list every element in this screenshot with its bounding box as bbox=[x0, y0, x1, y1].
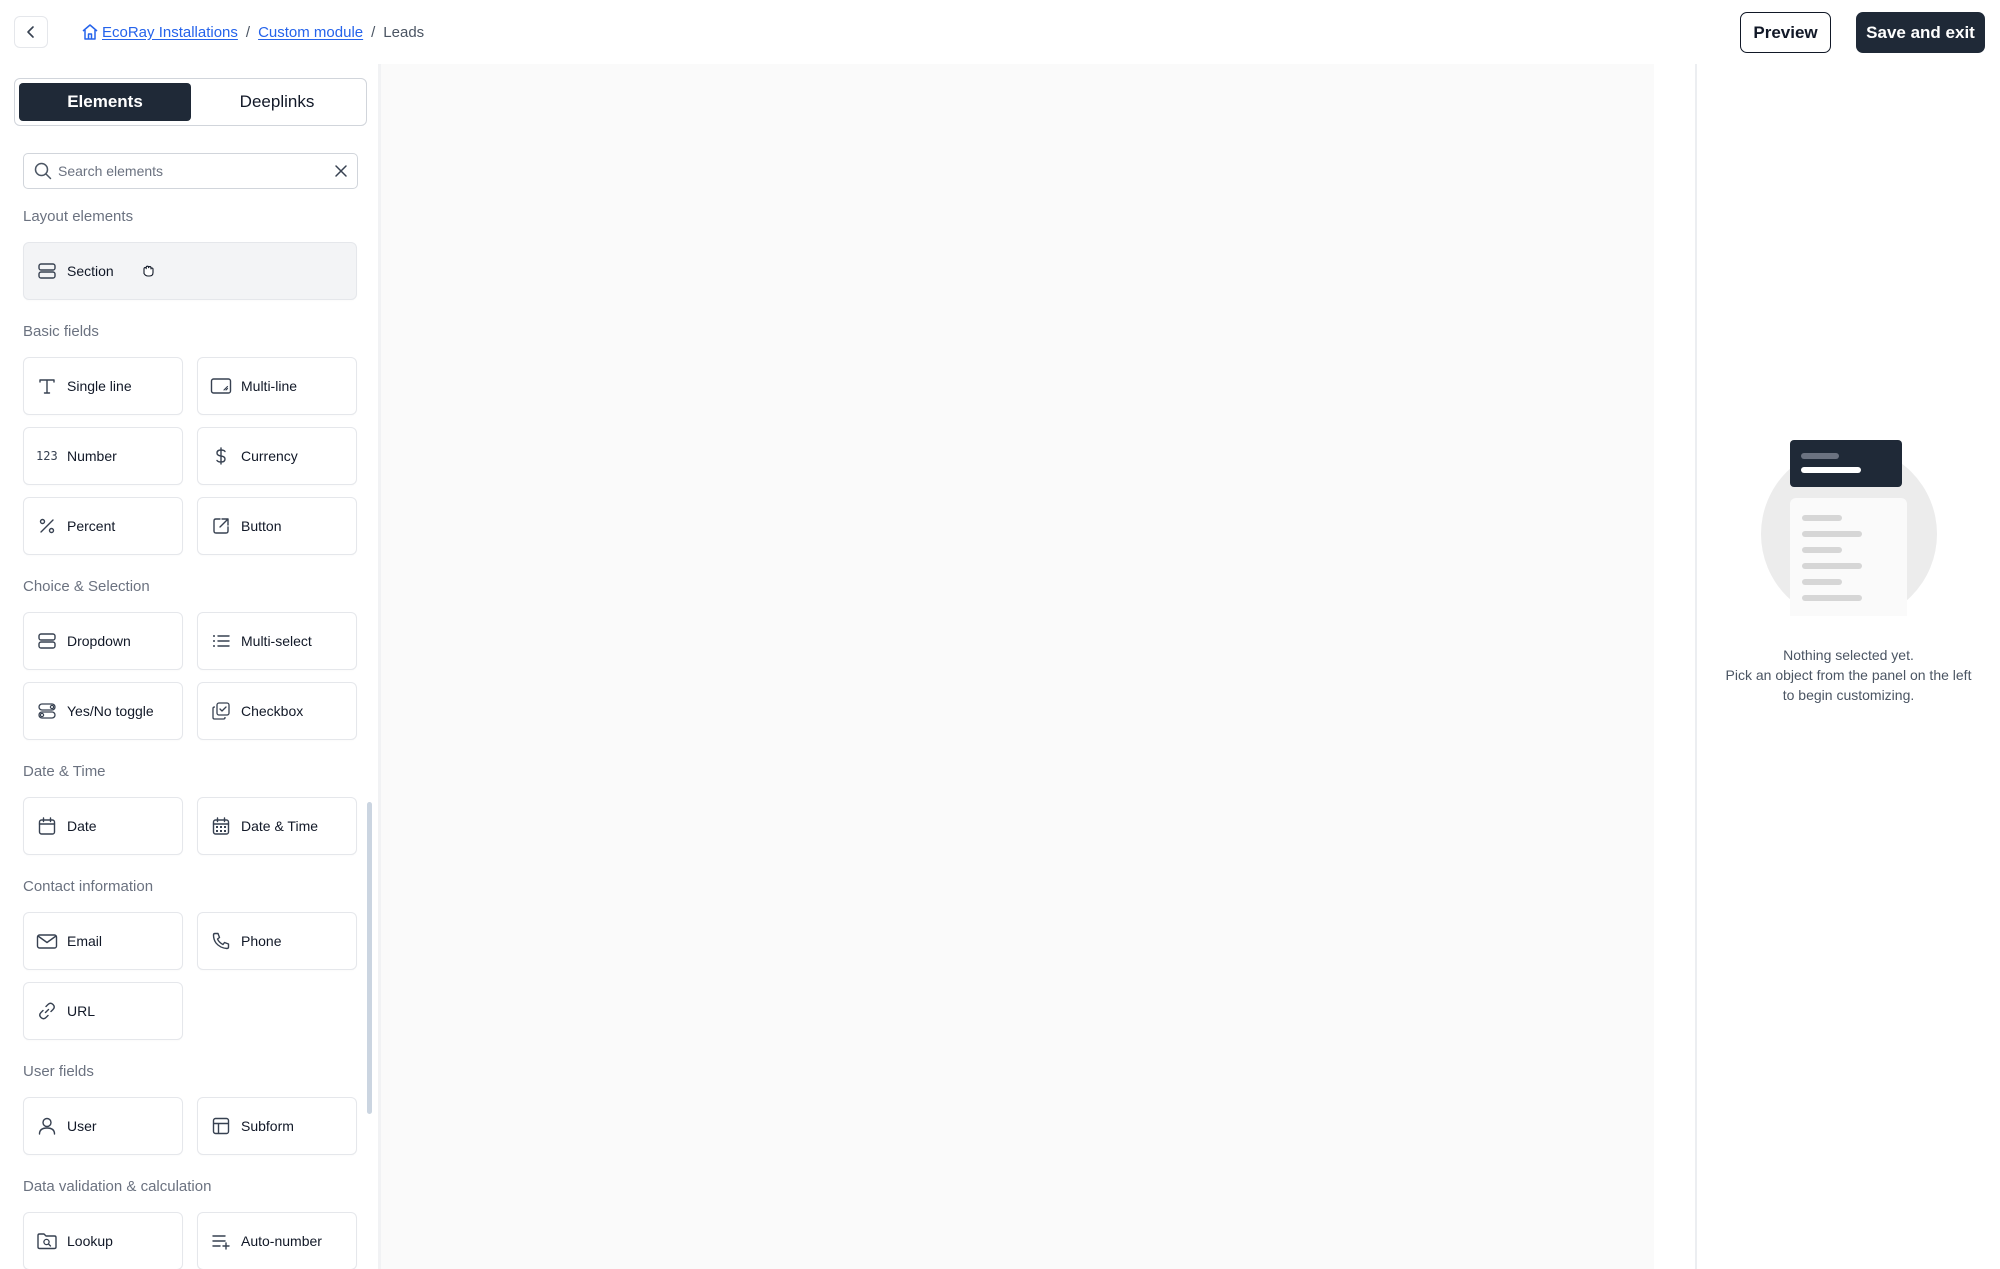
element-label: Email bbox=[67, 933, 103, 949]
calendar-icon bbox=[36, 815, 58, 837]
breadcrumb-current: Leads bbox=[383, 23, 425, 41]
element-tile-phone[interactable]: Phone bbox=[197, 912, 357, 970]
element-label: User bbox=[67, 1118, 97, 1134]
element-tile-dropdown[interactable]: Dropdown bbox=[23, 612, 183, 670]
section-title-data-validation: Data validation & calculation bbox=[23, 1178, 212, 1195]
panel-tabs: Elements Deeplinks bbox=[14, 78, 367, 126]
search-box bbox=[23, 153, 358, 189]
element-tile-user[interactable]: User bbox=[23, 1097, 183, 1155]
chevron-left-icon bbox=[27, 26, 34, 38]
element-tile-percent[interactable]: Percent bbox=[23, 497, 183, 555]
number-icon: 123 bbox=[36, 449, 58, 463]
breadcrumb-separator: / bbox=[245, 23, 251, 41]
close-icon[interactable] bbox=[333, 163, 349, 179]
section-title-user-fields: User fields bbox=[23, 1063, 94, 1080]
empty-state-illustration bbox=[1759, 434, 1939, 649]
empty-state-title: Nothing selected yet. bbox=[1783, 647, 1914, 663]
section-icon bbox=[36, 260, 58, 282]
element-label: URL bbox=[67, 1003, 96, 1019]
empty-state-line: Pick an object from the panel on the lef… bbox=[1725, 667, 1972, 683]
section-title-basic: Basic fields bbox=[23, 323, 99, 340]
breadcrumb-link-workspace[interactable]: EcoRay Installations bbox=[102, 24, 238, 41]
element-label: Phone bbox=[241, 933, 282, 949]
element-label: Percent bbox=[67, 518, 116, 534]
element-label: Checkbox bbox=[241, 703, 304, 719]
external-link-icon bbox=[210, 515, 232, 537]
element-label: Lookup bbox=[67, 1233, 113, 1249]
element-tile-number[interactable]: 123 Number bbox=[23, 427, 183, 485]
element-tile-email[interactable]: Email bbox=[23, 912, 183, 970]
element-tile-currency[interactable]: Currency bbox=[197, 427, 357, 485]
dollar-icon bbox=[210, 445, 232, 467]
element-label: Section bbox=[67, 263, 114, 279]
element-tile-date-time[interactable]: Date & Time bbox=[197, 797, 357, 855]
element-tile-date[interactable]: Date bbox=[23, 797, 183, 855]
back-button[interactable] bbox=[14, 16, 48, 48]
breadcrumb-separator: / bbox=[371, 23, 376, 41]
element-label: Button bbox=[241, 518, 282, 534]
element-tile-single-line[interactable]: Single line bbox=[23, 357, 183, 415]
toggle-icon bbox=[36, 700, 58, 722]
element-tile-checkbox[interactable]: Checkbox bbox=[197, 682, 357, 740]
top-bar: EcoRay Installations / Custom module / L… bbox=[0, 0, 2000, 64]
home-icon[interactable] bbox=[80, 22, 100, 42]
element-label: Multi-select bbox=[241, 633, 312, 649]
folder-search-icon bbox=[36, 1230, 58, 1252]
mail-icon bbox=[36, 930, 58, 952]
user-icon bbox=[36, 1115, 58, 1137]
phone-icon bbox=[210, 930, 232, 952]
element-tile-section[interactable]: Section bbox=[23, 242, 357, 300]
element-label: Date bbox=[67, 818, 97, 834]
breadcrumb: EcoRay Installations / Custom module / L… bbox=[80, 22, 424, 42]
textarea-icon bbox=[210, 375, 232, 397]
text-icon bbox=[36, 375, 58, 397]
percent-icon bbox=[36, 515, 58, 537]
search-input[interactable] bbox=[58, 163, 328, 179]
element-tile-url[interactable]: URL bbox=[23, 982, 183, 1040]
table-icon bbox=[210, 1115, 232, 1137]
element-label: Single line bbox=[67, 378, 132, 394]
section-title-date-time: Date & Time bbox=[23, 763, 106, 780]
section-title-contact: Contact information bbox=[23, 878, 154, 895]
element-label: Date & Time bbox=[241, 818, 319, 834]
grab-cursor-icon bbox=[140, 263, 156, 279]
element-label: Dropdown bbox=[67, 633, 131, 649]
element-tile-subform[interactable]: Subform bbox=[197, 1097, 357, 1155]
element-tile-auto-number[interactable]: Auto-number bbox=[197, 1212, 357, 1269]
element-tile-lookup[interactable]: Lookup bbox=[23, 1212, 183, 1269]
element-label: Auto-number bbox=[241, 1233, 322, 1249]
checkbox-icon bbox=[210, 700, 232, 722]
preview-button[interactable]: Preview bbox=[1740, 12, 1831, 53]
properties-panel: Nothing selected yet. Pick an object fro… bbox=[1697, 64, 2000, 1269]
list-plus-icon bbox=[210, 1230, 232, 1252]
form-canvas[interactable] bbox=[381, 64, 1654, 1269]
section-title-layout: Layout elements bbox=[23, 208, 134, 225]
breadcrumb-link-module[interactable]: Custom module bbox=[258, 24, 363, 41]
scrollbar-thumb[interactable] bbox=[367, 802, 372, 1114]
empty-state-message: Nothing selected yet. Pick an object fro… bbox=[1697, 645, 2000, 705]
element-tile-multi-line[interactable]: Multi-line bbox=[197, 357, 357, 415]
element-tile-button[interactable]: Button bbox=[197, 497, 357, 555]
section-title-choice: Choice & Selection bbox=[23, 578, 150, 595]
element-tile-yes-no-toggle[interactable]: Yes/No toggle bbox=[23, 682, 183, 740]
calendar-grid-icon bbox=[210, 815, 232, 837]
element-label: Subform bbox=[241, 1118, 294, 1134]
link-icon bbox=[36, 1000, 58, 1022]
elements-panel: Elements Deeplinks Layout elements Secti… bbox=[0, 64, 378, 1269]
element-tile-multi-select[interactable]: Multi-select bbox=[197, 612, 357, 670]
search-icon bbox=[34, 162, 52, 180]
element-label: Yes/No toggle bbox=[67, 703, 154, 719]
element-label: Multi-line bbox=[241, 378, 298, 394]
tab-deeplinks[interactable]: Deeplinks bbox=[191, 83, 363, 121]
list-icon bbox=[210, 630, 232, 652]
element-label: Number bbox=[67, 448, 117, 464]
save-and-exit-button[interactable]: Save and exit bbox=[1856, 12, 1985, 53]
element-label: Currency bbox=[241, 448, 298, 464]
tab-elements[interactable]: Elements bbox=[19, 83, 191, 121]
dropdown-icon bbox=[36, 630, 58, 652]
empty-state-line: to begin customizing. bbox=[1782, 687, 1915, 703]
